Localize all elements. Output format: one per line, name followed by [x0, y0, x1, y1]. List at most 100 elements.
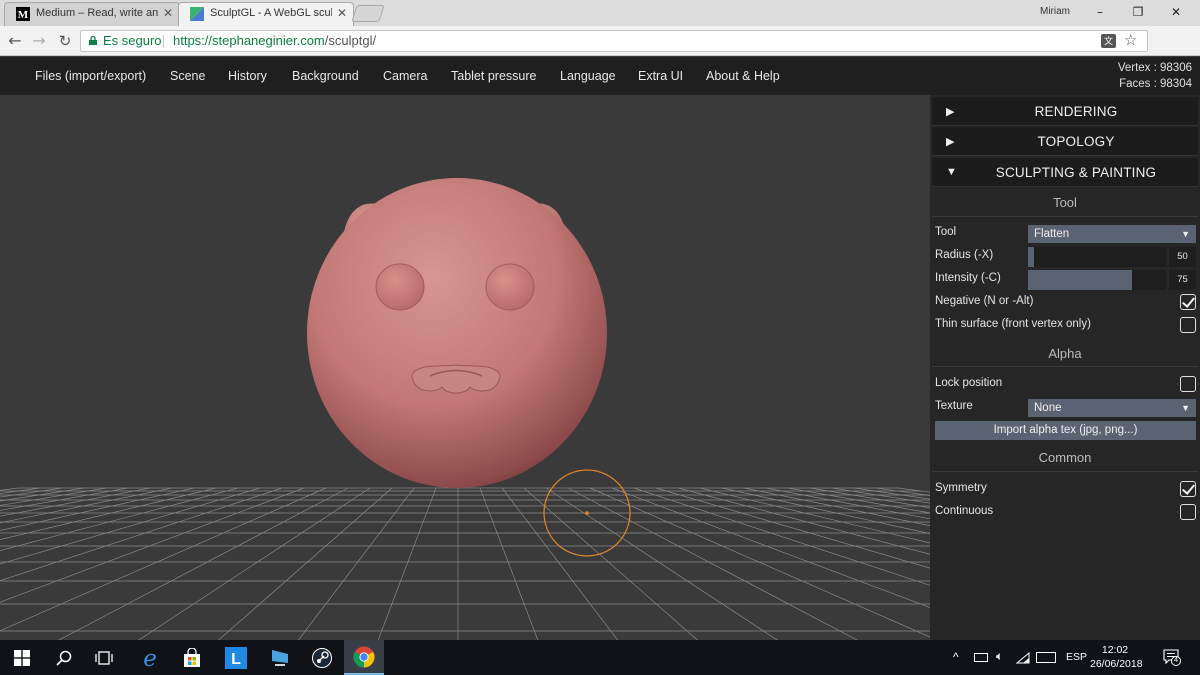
menu-camera[interactable]: Camera: [383, 69, 427, 83]
wifi-icon[interactable]: [1016, 652, 1030, 664]
tool-select[interactable]: Flatten ▼: [1028, 225, 1196, 243]
forward-arrow-icon[interactable]: →: [28, 30, 50, 52]
sculpt-panel: ▶ RENDERING ▶ TOPOLOGY ▼ SCULPTING & PAI…: [930, 95, 1200, 640]
volume-icon[interactable]: 🔈︎: [996, 649, 1003, 664]
tool-label: Tool: [935, 226, 957, 238]
symmetry-label: Symmetry: [935, 482, 987, 494]
close-window-button[interactable]: ✕: [1156, 2, 1196, 22]
svg-text:L: L: [231, 651, 241, 668]
chrome-icon: [353, 646, 375, 667]
start-button[interactable]: [2, 640, 42, 675]
menu-files[interactable]: Files (import/export): [35, 69, 146, 83]
radius-value[interactable]: 50: [1169, 247, 1196, 267]
negative-label: Negative (N or -Alt): [935, 295, 1034, 307]
import-alpha-button[interactable]: Import alpha tex (jpg, png...): [935, 421, 1196, 440]
tab-medium[interactable]: M Medium – Read, write an ✕: [4, 2, 180, 26]
url-text[interactable]: https://stephaneginier.com/sculptgl/: [173, 31, 376, 51]
menu-language[interactable]: Language: [560, 69, 616, 83]
grid-line: [479, 487, 539, 640]
grid-line: [0, 487, 173, 524]
back-arrow-icon[interactable]: ←: [4, 30, 26, 52]
taskbar-app[interactable]: [260, 640, 300, 675]
translate-icon[interactable]: 文: [1101, 34, 1116, 48]
intensity-slider[interactable]: [1028, 270, 1166, 290]
menu-about-help[interactable]: About & Help: [706, 69, 780, 83]
medium-logo-icon: M: [16, 7, 30, 21]
notification-center-icon[interactable]: 4: [1163, 649, 1181, 666]
menu-background[interactable]: Background: [292, 69, 359, 83]
task-view-icon: [95, 650, 113, 665]
grid-line: [765, 487, 930, 520]
tab-title: SculptGL - A WebGL sculp: [210, 7, 332, 19]
sculpt-model[interactable]: [307, 178, 607, 488]
address-bar[interactable]: Es seguro https://stephaneginier.com/scu…: [80, 30, 1148, 52]
texture-select[interactable]: None ▼: [1028, 399, 1196, 417]
section-alpha: Alpha: [1048, 346, 1082, 361]
muzzle: [411, 364, 501, 394]
radius-slider-fill: [1028, 247, 1034, 267]
battery-icon[interactable]: [974, 653, 988, 662]
grid-line: [611, 487, 930, 608]
lock-position-label: Lock position: [935, 377, 1003, 389]
bookmark-star-icon[interactable]: ☆: [1124, 31, 1137, 51]
close-icon[interactable]: ✕: [337, 2, 347, 24]
grid-line: [0, 487, 239, 551]
grid-line: [721, 487, 930, 534]
intensity-value[interactable]: 75: [1169, 270, 1196, 290]
reload-icon[interactable]: ↻: [54, 30, 76, 52]
section-tool: Tool: [1053, 195, 1077, 210]
taskbar-chrome[interactable]: [344, 640, 384, 675]
floor-grid: [0, 487, 930, 640]
taskbar-store[interactable]: [172, 640, 212, 675]
taskbar-l-app[interactable]: L: [216, 640, 256, 675]
folder-rendering[interactable]: ▶ RENDERING: [932, 97, 1198, 126]
continuous-checkbox[interactable]: [1180, 504, 1196, 520]
menu-tablet-pressure[interactable]: Tablet pressure: [451, 69, 536, 83]
svg-text:M: M: [18, 9, 29, 21]
url-path: /sculptgl/: [324, 33, 377, 48]
maximize-button[interactable]: ❐: [1118, 2, 1158, 22]
grid-line: [897, 487, 930, 493]
task-view-button[interactable]: [84, 640, 124, 675]
clock-date: 26/06/2018: [1090, 658, 1143, 670]
search-button[interactable]: [44, 640, 84, 675]
secure-label[interactable]: Es seguro: [103, 31, 162, 51]
grid-line: [0, 487, 19, 491]
folder-sculpting-painting[interactable]: ▼ SCULPTING & PAINTING: [932, 158, 1198, 187]
grid-line: [677, 487, 930, 555]
viewport-canvas: [0, 178, 930, 640]
new-tab-button[interactable]: [351, 5, 385, 22]
tray-chevron-up-icon[interactable]: ^: [953, 650, 959, 664]
menu-history[interactable]: History: [228, 69, 267, 83]
close-icon[interactable]: ✕: [163, 2, 173, 24]
tab-sculptgl[interactable]: SculptGL - A WebGL sculp ✕: [178, 2, 354, 26]
taskbar-steam[interactable]: [302, 640, 342, 675]
negative-checkbox[interactable]: [1180, 294, 1196, 310]
menu-scene[interactable]: Scene: [170, 69, 205, 83]
lock-position-checkbox[interactable]: [1180, 376, 1196, 392]
tab-title: Medium – Read, write an: [36, 7, 158, 19]
system-clock[interactable]: 12:02 26/06/2018: [1090, 643, 1143, 671]
browser-user-name[interactable]: Miriam: [1040, 6, 1070, 17]
menu-extra-ui[interactable]: Extra UI: [638, 69, 683, 83]
radius-label: Radius (-X): [935, 249, 994, 261]
taskbar-edge[interactable]: e: [130, 640, 170, 675]
symmetry-checkbox[interactable]: [1180, 481, 1196, 497]
minimize-button[interactable]: –: [1080, 2, 1120, 22]
language-indicator[interactable]: ESP: [1066, 651, 1087, 663]
grid-line: [297, 487, 415, 640]
chevron-down-icon: ▼: [1181, 229, 1190, 239]
grid-line: [0, 487, 283, 582]
thin-surface-checkbox[interactable]: [1180, 317, 1196, 333]
radius-slider[interactable]: [1028, 247, 1166, 267]
keyboard-icon[interactable]: [1036, 652, 1056, 663]
grid-line: [523, 487, 698, 640]
store-bag-icon: [184, 647, 200, 667]
intensity-label: Intensity (-C): [935, 272, 1001, 284]
left-eye-bump: [375, 263, 425, 311]
mesh-stats: Vertex : 98306 Faces : 98304: [1118, 60, 1192, 92]
folder-topology[interactable]: ▶ TOPOLOGY: [932, 127, 1198, 156]
app-menu-bar: Files (import/export) Scene History Back…: [0, 57, 1200, 95]
3d-viewport[interactable]: [0, 95, 930, 640]
divider: [932, 366, 1198, 367]
